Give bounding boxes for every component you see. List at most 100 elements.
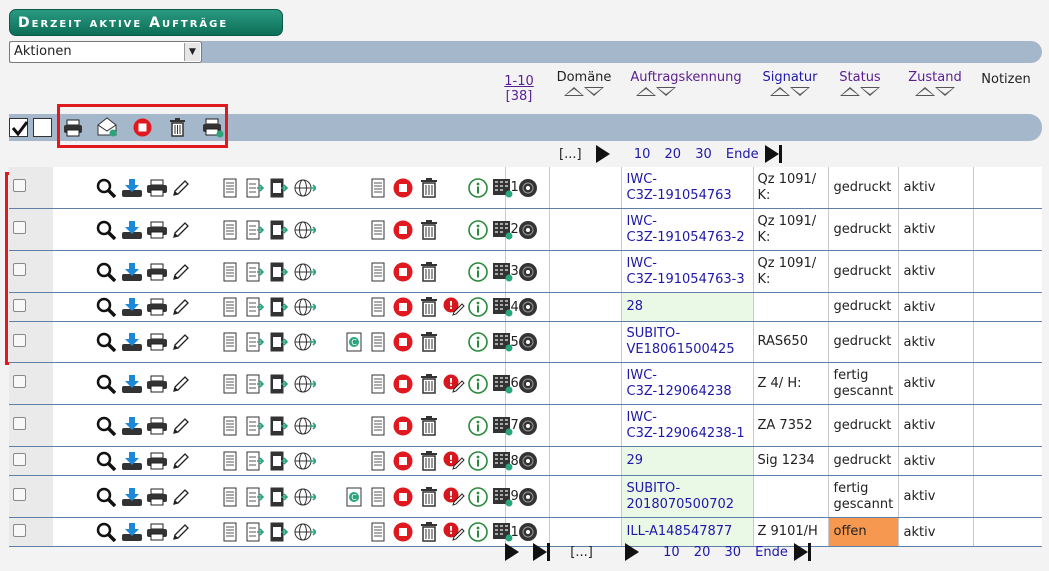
document-icon[interactable] (371, 297, 385, 317)
stop-icon[interactable] (393, 522, 413, 542)
document-export-icon[interactable] (246, 416, 266, 436)
disc-icon[interactable] (518, 487, 538, 507)
document-send-icon[interactable] (270, 416, 290, 436)
edit-icon[interactable] (171, 487, 191, 507)
edit-icon[interactable] (171, 416, 191, 436)
zustand-label[interactable]: Zustand (900, 70, 970, 85)
document-send-icon[interactable] (270, 262, 290, 282)
web-export-icon[interactable] (294, 332, 316, 352)
info-icon[interactable] (468, 177, 488, 198)
trash-icon[interactable] (420, 261, 438, 282)
document-icon[interactable] (223, 220, 237, 240)
disc-icon[interactable] (518, 522, 538, 542)
row-checkbox[interactable] (13, 333, 26, 347)
status-label[interactable]: Status (830, 70, 890, 85)
flag-edit-icon[interactable]: ! (443, 522, 465, 542)
document-export-icon[interactable] (246, 332, 266, 352)
document-export-icon[interactable] (246, 297, 266, 317)
document-icon[interactable] (371, 262, 385, 282)
print-icon[interactable] (146, 263, 168, 281)
row-auftragskennung[interactable]: IWC- C3Z-191054763 (621, 167, 754, 209)
sort-asc-icon[interactable] (770, 87, 790, 97)
download-icon[interactable] (121, 297, 143, 317)
page-size-30[interactable]: 30 (695, 147, 712, 162)
pager-end-link[interactable]: Ende (755, 545, 788, 560)
document-send-icon[interactable] (270, 220, 290, 240)
info-icon[interactable] (468, 219, 488, 240)
grid-icon[interactable] (492, 332, 514, 352)
print-icon[interactable] (146, 488, 168, 506)
row-notizen[interactable] (973, 517, 1042, 547)
row-notizen[interactable] (973, 475, 1042, 518)
download-icon[interactable] (121, 220, 143, 240)
edit-icon[interactable] (171, 178, 191, 198)
web-export-icon[interactable] (294, 262, 316, 282)
disc-icon[interactable] (518, 297, 538, 317)
row-checkbox[interactable] (13, 452, 26, 466)
print-icon[interactable] (146, 179, 168, 197)
row-auftragskennung[interactable]: IWC- C3Z-129064238 (621, 362, 754, 405)
pager-end-link[interactable]: Ende (726, 147, 759, 162)
grid-icon[interactable] (492, 178, 514, 198)
document-export-icon[interactable] (246, 522, 266, 542)
stop-icon[interactable] (393, 297, 413, 317)
document-icon[interactable] (223, 416, 237, 436)
document-icon[interactable] (223, 262, 237, 282)
download-icon[interactable] (121, 487, 143, 507)
grid-icon[interactable] (492, 416, 514, 436)
view-icon[interactable] (96, 220, 116, 240)
stop-icon[interactable] (393, 262, 413, 282)
document-export-icon[interactable] (246, 220, 266, 240)
view-icon[interactable] (96, 487, 116, 507)
document-export-icon[interactable] (246, 374, 266, 394)
grid-icon[interactable] (492, 451, 514, 471)
stop-icon[interactable] (393, 487, 413, 507)
flag-edit-icon[interactable]: ! (443, 297, 465, 317)
stop-icon[interactable] (393, 451, 413, 471)
grid-icon[interactable] (492, 262, 514, 282)
row-auftragskennung[interactable]: SUBITO- VE18061500425 (621, 321, 754, 363)
download-icon[interactable] (121, 374, 143, 394)
row-checkbox[interactable] (13, 375, 26, 388)
page-size-20[interactable]: 20 (694, 545, 711, 560)
stop-icon[interactable] (393, 332, 413, 352)
print-icon[interactable] (146, 298, 168, 316)
row-checkbox[interactable] (13, 263, 26, 276)
row-notizen[interactable] (973, 404, 1042, 447)
grid-icon[interactable] (492, 297, 514, 317)
info-icon[interactable] (468, 486, 488, 507)
row-notizen[interactable] (973, 446, 1042, 476)
row-notizen[interactable] (973, 208, 1042, 251)
document-icon[interactable] (371, 178, 385, 198)
row-checkbox[interactable] (13, 417, 26, 430)
print-icon[interactable] (146, 523, 168, 541)
web-export-icon[interactable] (294, 416, 316, 436)
edit-icon[interactable] (171, 522, 191, 542)
trash-icon[interactable] (420, 451, 438, 471)
page-size-20[interactable]: 20 (665, 147, 682, 162)
page-size-10[interactable]: 10 (663, 545, 680, 560)
document-icon[interactable] (223, 374, 237, 394)
document-send-icon[interactable] (270, 178, 290, 198)
document-icon[interactable] (223, 451, 237, 471)
document-export-icon[interactable] (246, 178, 266, 198)
sort-asc-icon[interactable] (840, 87, 860, 97)
view-icon[interactable] (96, 262, 116, 282)
row-notizen[interactable] (973, 167, 1042, 209)
info-icon[interactable] (468, 415, 488, 436)
trash-icon[interactable] (420, 297, 438, 317)
document-export-icon[interactable] (246, 451, 266, 471)
document-send-icon[interactable] (270, 451, 290, 471)
print-icon[interactable] (146, 452, 168, 470)
info-icon[interactable] (468, 297, 488, 317)
disc-icon[interactable] (518, 374, 538, 394)
web-export-icon[interactable] (294, 374, 316, 394)
view-icon[interactable] (96, 451, 116, 471)
row-notizen[interactable] (973, 321, 1042, 363)
select-none-checkbox[interactable] (33, 118, 52, 137)
document-send-icon[interactable] (270, 332, 290, 352)
document-send-icon[interactable] (270, 522, 290, 542)
copyright-icon[interactable]: C (346, 332, 362, 352)
row-auftragskennung[interactable]: 28 (621, 292, 754, 322)
edit-icon[interactable] (171, 262, 191, 282)
